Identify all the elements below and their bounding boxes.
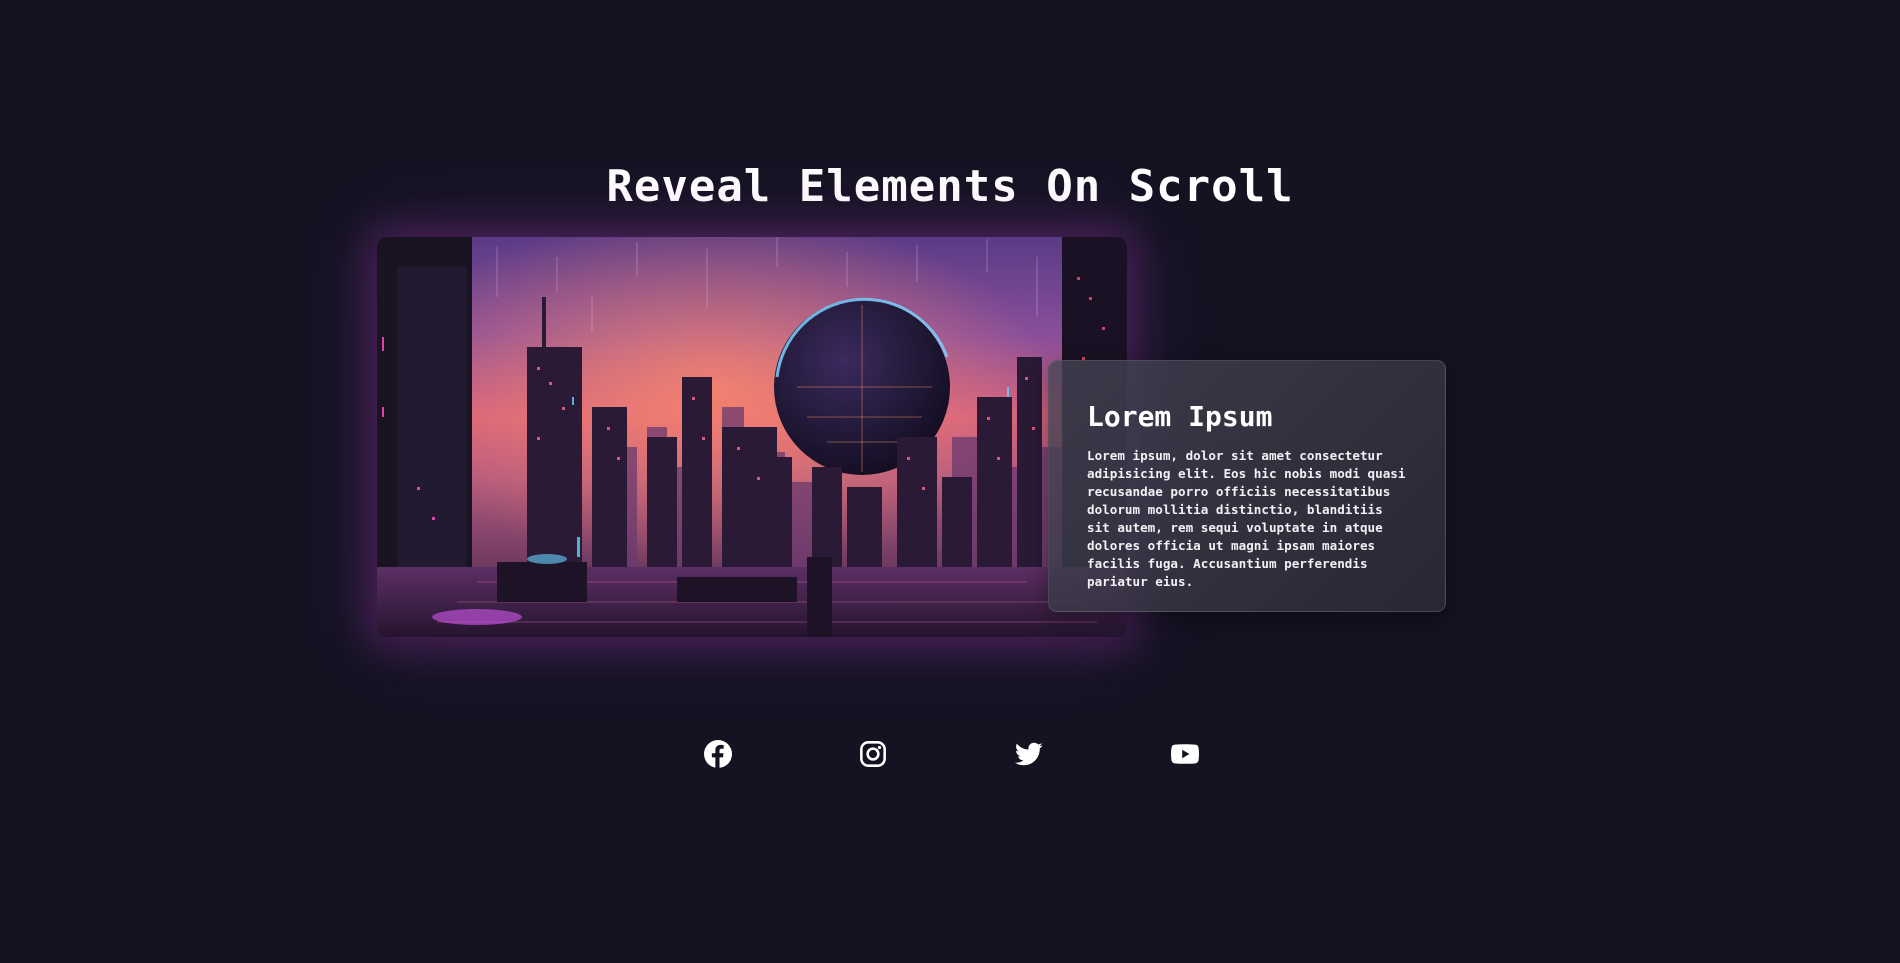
hero-image (377, 237, 1127, 637)
youtube-link[interactable] (1169, 738, 1201, 770)
cityscape-illustration (377, 237, 1127, 637)
youtube-icon (1171, 744, 1199, 764)
twitter-icon (1015, 742, 1043, 766)
facebook-link[interactable] (702, 738, 734, 770)
twitter-link[interactable] (1013, 738, 1045, 770)
card-title: Lorem Ipsum (1087, 400, 1273, 433)
card-body-text: Lorem ipsum, dolor sit amet consectetur … (1087, 448, 1406, 589)
instagram-link[interactable] (857, 738, 889, 770)
facebook-icon (704, 740, 732, 768)
social-links (0, 738, 1900, 770)
instagram-icon (860, 741, 886, 767)
page-title: Reveal Elements On Scroll (606, 161, 1294, 213)
info-card: Lorem Ipsum Lorem ipsum, dolor sit amet … (1048, 360, 1446, 612)
